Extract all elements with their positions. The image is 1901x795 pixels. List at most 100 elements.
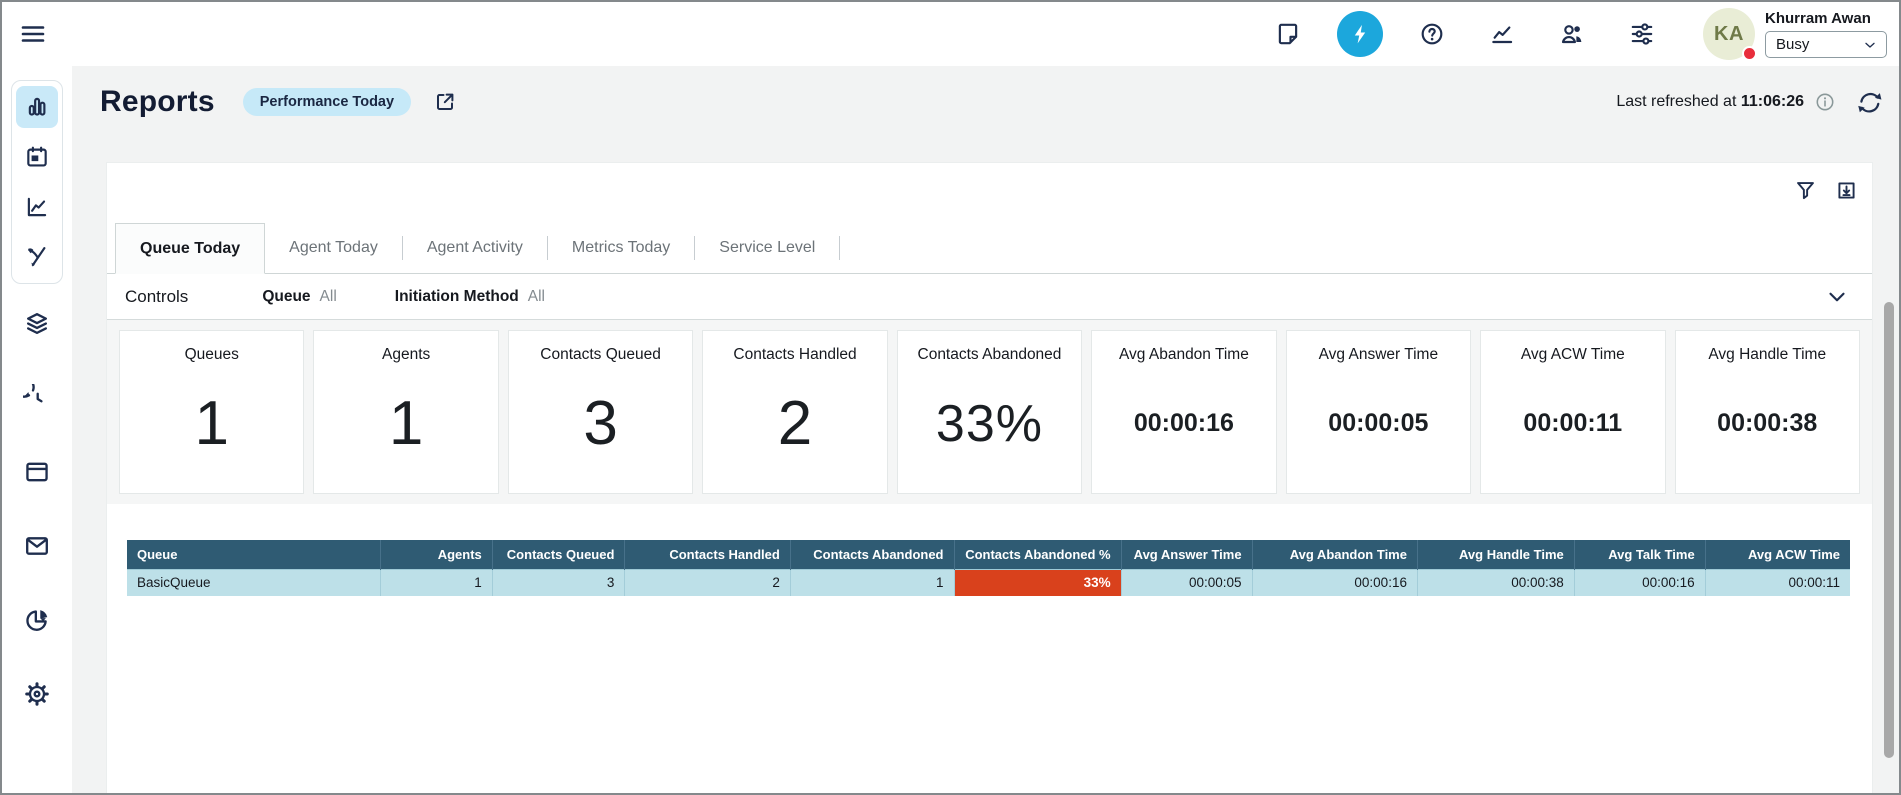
design-tools-icon [24, 244, 50, 270]
initiation-method-filter-label: Initiation Method [395, 288, 519, 306]
tab-agent-today[interactable]: Agent Today [265, 223, 402, 273]
performance-today-badge: Performance Today [243, 88, 411, 116]
busy-status-dot [1742, 46, 1757, 61]
metric-card-avg-acw-time: Avg ACW Time 00:00:11 [1480, 330, 1665, 494]
metric-cards: Queues 1 Agents 1 Contacts Queued 3 Cont… [107, 320, 1872, 504]
download-icon[interactable] [1835, 179, 1858, 202]
metric-card-avg-answer-time: Avg Answer Time 00:00:05 [1286, 330, 1471, 494]
cell-agents: 1 [380, 569, 492, 596]
mail-icon[interactable] [23, 532, 51, 560]
gear-icon[interactable] [23, 680, 51, 708]
cell-contacts-abandoned-pct: 33% [954, 569, 1121, 596]
chevron-down-icon [1862, 37, 1878, 53]
column-header-contacts-queued[interactable]: Contacts Queued [492, 540, 625, 569]
cell-contacts-handled: 2 [625, 569, 790, 596]
column-header-contacts-abandoned[interactable]: Contacts Abandoned [790, 540, 954, 569]
metric-card-contacts-handled: Contacts Handled 2 [702, 330, 887, 494]
status-value: Busy [1776, 36, 1809, 53]
column-header-avg-handle-time[interactable]: Avg Handle Time [1417, 540, 1574, 569]
metric-card-contacts-queued: Contacts Queued 3 [508, 330, 693, 494]
bar-chart-icon [24, 94, 50, 120]
left-sidebar [2, 66, 72, 793]
controls-bar: Controls Queue All Initiation Method All [107, 274, 1872, 320]
trend-chart-icon [24, 194, 50, 220]
panel-tools [1794, 179, 1858, 202]
calendar-icon [24, 144, 50, 170]
cell-avg-answer-time: 00:00:05 [1121, 569, 1252, 596]
cell-avg-talk-time: 00:00:16 [1574, 569, 1705, 596]
report-tabs: Queue Today Agent Today Agent Activity M… [107, 223, 1872, 274]
column-header-agents[interactable]: Agents [380, 540, 492, 569]
pie-chart-icon[interactable] [23, 606, 51, 634]
user-block: Khurram Awan Busy [1765, 10, 1887, 58]
tab-queue-today[interactable]: Queue Today [115, 223, 265, 274]
report-panel: Queue Today Agent Today Agent Activity M… [106, 162, 1873, 793]
sidebar-analytics-group [11, 80, 63, 284]
user-name: Khurram Awan [1765, 10, 1887, 27]
queue-metrics-table: Queue Agents Contacts Queued Contacts Ha… [127, 540, 1850, 596]
lightning-icon[interactable] [1337, 11, 1383, 57]
cell-avg-handle-time: 00:00:38 [1417, 569, 1574, 596]
metric-card-contacts-abandoned: Contacts Abandoned 33% [897, 330, 1082, 494]
tab-metrics-today[interactable]: Metrics Today [548, 223, 694, 273]
refresh-area: Last refreshed at 11:06:26 [1616, 89, 1883, 116]
metric-card-queues: Queues 1 [119, 330, 304, 494]
hamburger-menu-button[interactable] [16, 19, 50, 49]
sidebar-item-schedule[interactable] [16, 136, 58, 178]
app-window: KA Khurram Awan Busy [0, 0, 1901, 795]
filter-icon[interactable] [1794, 179, 1817, 202]
initiation-method-filter[interactable]: Initiation Method All [395, 288, 545, 306]
queue-filter-value: All [320, 288, 337, 306]
queue-filter[interactable]: Queue All [262, 288, 336, 306]
window-icon[interactable] [23, 458, 51, 486]
cell-avg-abandon-time: 00:00:16 [1252, 569, 1417, 596]
column-header-contacts-abandoned-pct[interactable]: Contacts Abandoned % [954, 540, 1121, 569]
cell-contacts-abandoned: 1 [790, 569, 954, 596]
last-refreshed-time: 11:06:26 [1741, 93, 1804, 110]
topbar-actions: KA Khurram Awan Busy [1231, 8, 1887, 60]
users-icon[interactable] [1559, 21, 1585, 47]
queue-filter-label: Queue [262, 288, 310, 306]
cell-avg-acw-time: 00:00:11 [1705, 569, 1850, 596]
note-icon[interactable] [1275, 21, 1301, 47]
refresh-icon[interactable] [1856, 89, 1883, 116]
tab-agent-activity[interactable]: Agent Activity [403, 223, 547, 273]
column-header-avg-talk-time[interactable]: Avg Talk Time [1574, 540, 1705, 569]
metric-card-agents: Agents 1 [313, 330, 498, 494]
initiation-method-filter-value: All [528, 288, 545, 306]
layers-icon[interactable] [23, 310, 51, 338]
cell-queue: BasicQueue [127, 569, 380, 596]
tab-service-level[interactable]: Service Level [695, 223, 839, 273]
collapse-controls-chevron-icon[interactable] [1824, 284, 1850, 310]
table-header-row: Queue Agents Contacts Queued Contacts Ha… [127, 540, 1850, 569]
metric-card-avg-abandon-time: Avg Abandon Time 00:00:16 [1091, 330, 1276, 494]
column-header-avg-acw-time[interactable]: Avg ACW Time [1705, 540, 1850, 569]
top-bar: KA Khurram Awan Busy [2, 2, 1899, 66]
sliders-icon[interactable] [1629, 21, 1655, 47]
external-link-icon[interactable] [433, 90, 457, 114]
status-dropdown[interactable]: Busy [1765, 31, 1887, 58]
metrics-icon[interactable] [1489, 21, 1515, 47]
main-content: Reports Performance Today Last refreshed… [72, 66, 1899, 793]
tab-divider [839, 236, 840, 260]
column-header-contacts-handled[interactable]: Contacts Handled [625, 540, 790, 569]
table-row-basicqueue: BasicQueue 1 3 2 1 33% 00:00:05 00:00:16… [127, 569, 1850, 596]
page-title: Reports [100, 85, 215, 119]
column-header-queue[interactable]: Queue [127, 540, 380, 569]
metric-card-avg-handle-time: Avg Handle Time 00:00:38 [1675, 330, 1860, 494]
history-icon[interactable] [23, 384, 51, 412]
column-header-avg-answer-time[interactable]: Avg Answer Time [1121, 540, 1252, 569]
sidebar-item-trends[interactable] [16, 186, 58, 228]
cell-contacts-queued: 3 [492, 569, 625, 596]
help-icon[interactable] [1419, 21, 1445, 47]
vertical-scrollbar-thumb[interactable] [1884, 302, 1894, 758]
page-header: Reports Performance Today Last refreshed… [100, 78, 1883, 126]
user-avatar[interactable]: KA [1703, 8, 1755, 60]
controls-title: Controls [125, 287, 188, 307]
info-icon[interactable] [1814, 91, 1836, 113]
sidebar-item-reports[interactable] [16, 86, 58, 128]
column-header-avg-abandon-time[interactable]: Avg Abandon Time [1252, 540, 1417, 569]
sidebar-item-designer[interactable] [16, 236, 58, 278]
sidebar-secondary-group [2, 310, 72, 708]
last-refreshed-text: Last refreshed at 11:06:26 [1616, 93, 1804, 111]
